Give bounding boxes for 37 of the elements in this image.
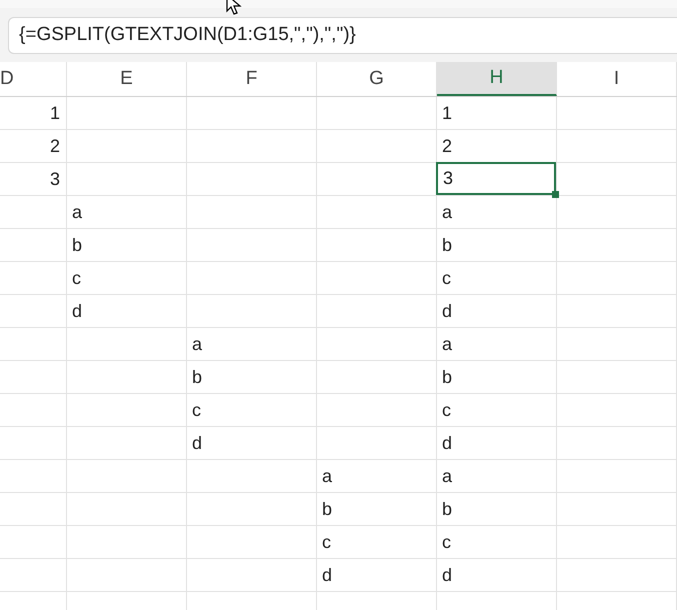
table-cell[interactable]: a (437, 328, 556, 360)
table-cell[interactable]: a (437, 460, 556, 492)
table-cell[interactable]: d (437, 427, 556, 459)
table-cell[interactable]: c (67, 262, 186, 294)
table-cell[interactable]: d (317, 559, 436, 591)
column-header[interactable]: I (557, 62, 677, 96)
table-cell[interactable]: d (437, 295, 556, 327)
table-cell[interactable]: a (437, 196, 556, 228)
table-cell[interactable]: 2 (0, 130, 66, 162)
table-cell[interactable]: b (187, 361, 316, 393)
table-cell[interactable]: b (67, 229, 186, 261)
table-cell[interactable]: d (437, 559, 556, 591)
table-cell[interactable]: 1 (0, 97, 66, 129)
column-header[interactable]: D (0, 62, 67, 96)
formula-field[interactable]: {=GSPLIT(GTEXTJOIN(D1:G15,","),",")} (8, 16, 677, 54)
column-header[interactable]: E (67, 62, 187, 96)
table-cell[interactable]: c (437, 394, 556, 426)
table-cell[interactable]: a (317, 460, 436, 492)
table-cell[interactable]: d (67, 295, 186, 327)
table-cell[interactable]: 1 (437, 97, 556, 129)
fill-handle[interactable] (552, 191, 559, 198)
table-cell[interactable]: b (437, 493, 556, 525)
table-cell[interactable]: 2 (437, 130, 556, 162)
table-cell[interactable]: b (437, 229, 556, 261)
table-cell[interactable]: 3 (0, 163, 66, 195)
table-cell[interactable]: b (317, 493, 436, 525)
table-cell[interactable]: d (187, 427, 316, 459)
table-cell[interactable]: c (317, 526, 436, 558)
column-header[interactable]: F (187, 62, 317, 96)
table-cell[interactable]: a (67, 196, 186, 228)
column-header[interactable]: H (437, 62, 557, 96)
table-cell[interactable]: c (437, 526, 556, 558)
table-cell[interactable]: c (437, 262, 556, 294)
table-cell[interactable]: b (437, 361, 556, 393)
table-cell[interactable]: c (187, 394, 316, 426)
table-cell[interactable]: 3 (436, 162, 556, 195)
table-cell[interactable]: a (187, 328, 316, 360)
